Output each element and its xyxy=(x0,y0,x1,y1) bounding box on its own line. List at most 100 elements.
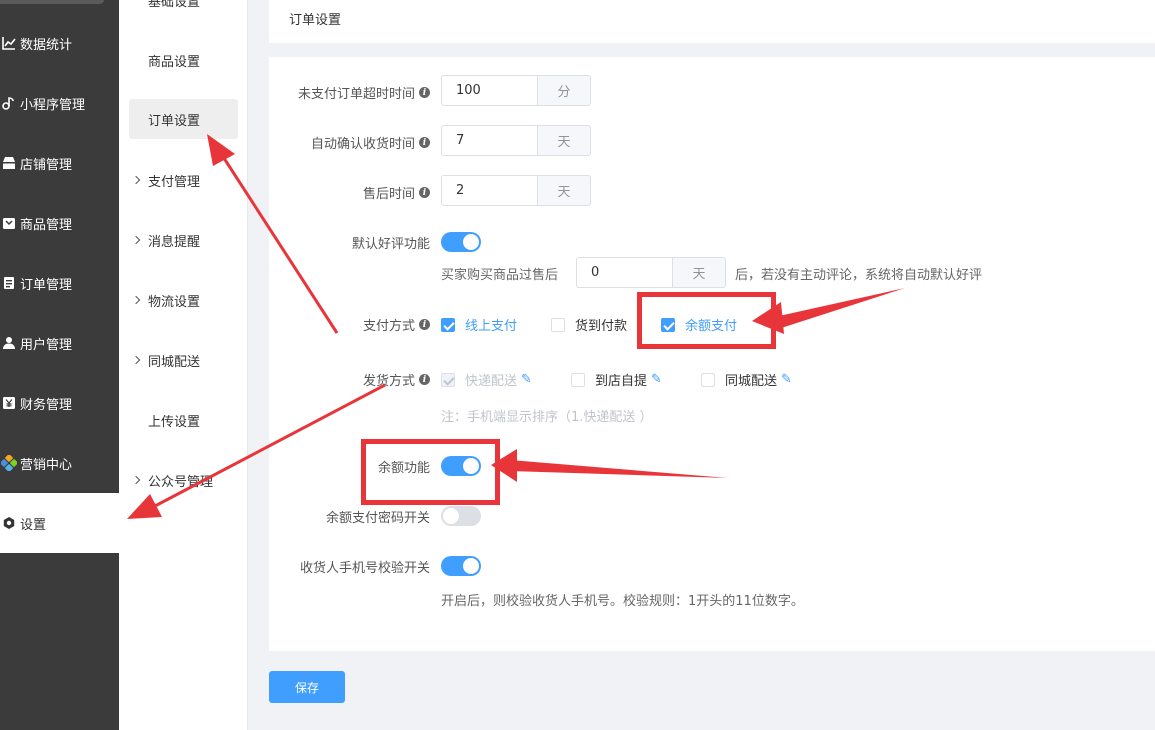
chevron-right-icon xyxy=(131,175,141,185)
unpaid-timeout-field: 100 分 xyxy=(441,75,591,106)
checkbox-label: 同城配送 xyxy=(725,374,778,389)
auto-confirm-label: 自动确认收货时间 i xyxy=(311,133,430,152)
submenu-item-upload[interactable]: 上传设置 xyxy=(129,400,238,440)
submenu-item-official-account[interactable]: 公众号管理 xyxy=(129,460,238,500)
submenu-item-label: 同城配送 xyxy=(148,354,201,370)
switch-knob xyxy=(443,508,459,524)
payment-online-checkbox[interactable]: 线上支付 xyxy=(441,315,517,334)
after-sale-label: 售后时间 i xyxy=(363,183,430,202)
auto-confirm-field: 7 天 xyxy=(441,125,591,156)
sidebar-item-orders[interactable]: 订单管理 xyxy=(0,253,119,313)
default-review-suffix: 后，若没有主动评论，系统将自动默认好评 xyxy=(735,268,983,283)
edit-pencil-icon[interactable]: ✎ xyxy=(781,372,792,387)
chevron-right-icon xyxy=(131,475,141,485)
sidebar-item-label: 营销中心 xyxy=(20,457,73,473)
submenu-item-label: 支付管理 xyxy=(148,174,201,190)
submenu-item-label: 公众号管理 xyxy=(148,474,214,490)
checkbox-label: 线上支付 xyxy=(465,319,518,334)
checkbox-box xyxy=(441,372,455,387)
unpaid-timeout-label: 未支付订单超时时间 i xyxy=(298,83,430,102)
unpaid-timeout-input[interactable]: 100 xyxy=(441,75,537,106)
save-button[interactable]: 保存 xyxy=(269,671,345,703)
submenu-item-basic[interactable]: 基础设置 xyxy=(129,0,238,20)
sidebar-item-label: 用户管理 xyxy=(20,337,73,353)
checkbox-label: 货到付款 xyxy=(575,319,628,334)
sidebar-item-data-stats[interactable]: 数据统计 xyxy=(0,13,119,73)
label-text: 售后时间 xyxy=(362,187,415,202)
label-text: 发货方式 xyxy=(362,374,415,389)
default-review-label: 默认好评功能 xyxy=(351,237,430,252)
submenu-item-label: 上传设置 xyxy=(148,414,201,430)
label-text: 支付方式 xyxy=(362,319,415,334)
shop-icon xyxy=(0,156,20,170)
main-sidebar: 数据统计 小程序管理 店铺管理 商品管理 订单管理 用户管理 财务管理 营销中心… xyxy=(0,0,119,730)
page-header: 订单设置 xyxy=(269,0,1155,43)
unit-label: 天 xyxy=(537,125,591,156)
after-sale-field: 2 天 xyxy=(441,175,591,206)
music-note-icon xyxy=(0,96,20,110)
user-icon xyxy=(0,336,20,350)
info-icon[interactable]: i xyxy=(419,187,430,198)
unit-label: 天 xyxy=(537,175,591,206)
edit-pencil-icon[interactable]: ✎ xyxy=(651,372,662,387)
delivery-express-checkbox[interactable]: 快递配送 ✎ xyxy=(441,370,532,389)
submenu-item-goods[interactable]: 商品设置 xyxy=(129,40,238,80)
phone-check-label: 收货人手机号校验开关 xyxy=(299,561,430,576)
checkbox-label: 快递配送 xyxy=(465,374,518,389)
checkbox-box xyxy=(441,317,455,332)
delivery-city-checkbox[interactable]: 同城配送 ✎ xyxy=(701,370,792,389)
submenu-item-label: 物流设置 xyxy=(148,294,201,310)
default-review-days-input[interactable]: 0 xyxy=(576,257,672,288)
annotation-highlight-box xyxy=(361,439,500,505)
submenu-item-orders[interactable]: 订单设置 xyxy=(129,99,238,139)
info-icon[interactable]: i xyxy=(419,87,430,98)
sidebar-item-miniprogram[interactable]: 小程序管理 xyxy=(0,73,119,133)
info-icon[interactable]: i xyxy=(419,374,430,385)
default-review-days-field: 0 天 xyxy=(576,257,726,288)
phone-check-switch[interactable] xyxy=(441,556,481,576)
sidebar-item-finance[interactable]: 财务管理 xyxy=(0,373,119,433)
yen-icon xyxy=(0,396,20,410)
sidebar-item-label: 设置 xyxy=(20,517,47,533)
label-text: 未支付订单超时时间 xyxy=(297,87,415,102)
submenu-item-label: 商品设置 xyxy=(148,54,201,70)
checkbox-box xyxy=(551,317,565,332)
delivery-label: 发货方式 i xyxy=(363,370,430,389)
sidebar-item-goods[interactable]: 商品管理 xyxy=(0,193,119,253)
label-text: 自动确认收货时间 xyxy=(310,137,415,152)
checkbox-label: 到店自提 xyxy=(595,374,648,389)
payment-label: 支付方式 i xyxy=(363,315,430,334)
sidebar-item-settings[interactable]: 设置 xyxy=(0,493,119,553)
info-icon[interactable]: i xyxy=(419,137,430,148)
chevron-right-icon xyxy=(131,355,141,365)
sidebar-item-label: 小程序管理 xyxy=(20,97,86,113)
checkbox-box xyxy=(701,372,715,387)
submenu-item-messages[interactable]: 消息提醒 xyxy=(129,220,238,260)
submenu-item-logistics[interactable]: 物流设置 xyxy=(129,280,238,320)
sidebar-item-marketing[interactable]: 营销中心 xyxy=(0,433,119,493)
payment-cod-checkbox[interactable]: 货到付款 xyxy=(551,315,627,334)
default-review-switch[interactable] xyxy=(441,232,481,252)
submenu-item-payment[interactable]: 支付管理 xyxy=(129,160,238,200)
chevron-right-icon xyxy=(131,235,141,245)
sidebar-item-label: 财务管理 xyxy=(20,397,73,413)
sidebar-item-label: 数据统计 xyxy=(20,37,73,53)
sidebar-item-users[interactable]: 用户管理 xyxy=(0,313,119,373)
checkbox-box xyxy=(571,372,585,387)
submenu-item-label: 基础设置 xyxy=(148,0,201,10)
switch-knob xyxy=(463,558,479,574)
submenu-item-city-delivery[interactable]: 同城配送 xyxy=(129,340,238,380)
delivery-pickup-checkbox[interactable]: 到店自提 ✎ xyxy=(571,370,662,389)
auto-confirm-input[interactable]: 7 xyxy=(441,125,537,156)
info-icon[interactable]: i xyxy=(419,319,430,330)
sidebar-item-label: 订单管理 xyxy=(20,277,73,293)
balance-password-switch[interactable] xyxy=(441,506,481,526)
edit-pencil-icon[interactable]: ✎ xyxy=(521,372,532,387)
box-icon xyxy=(0,216,20,230)
sidebar-item-label: 店铺管理 xyxy=(20,157,73,173)
default-review-prefix: 买家购买商品过售后 xyxy=(441,268,559,283)
sidebar-item-shop[interactable]: 店铺管理 xyxy=(0,133,119,193)
switch-knob xyxy=(463,234,479,250)
after-sale-input[interactable]: 2 xyxy=(441,175,537,206)
settings-submenu: 基础设置 商品设置 订单设置 支付管理 消息提醒 物流设置 同城配送 上传设置 … xyxy=(119,0,248,730)
